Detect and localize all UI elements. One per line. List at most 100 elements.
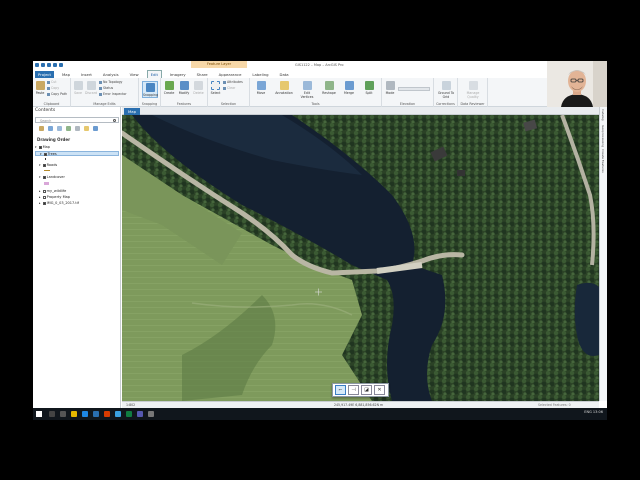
copy-button[interactable]: Copy	[47, 86, 59, 90]
dock-create-features[interactable]: Create Features	[601, 149, 605, 173]
modify-button[interactable]: Modify	[177, 81, 191, 95]
selection-group: Select Attributes Clear Selection	[208, 78, 250, 107]
tab-share[interactable]: Share	[194, 71, 211, 78]
discard-edits-button[interactable]: Discard	[85, 81, 97, 95]
constraint-tool-button[interactable]: ⊣	[348, 385, 359, 395]
layer-checkbox[interactable]	[42, 195, 46, 199]
save-project-icon[interactable]	[47, 63, 51, 67]
snapping-icon	[145, 83, 155, 92]
search-taskbar-icon[interactable]	[49, 411, 55, 417]
topology-dropdown[interactable]: No Topology	[99, 80, 122, 84]
app-icon[interactable]	[148, 411, 154, 417]
layer-checkbox[interactable]	[42, 175, 46, 179]
finish-sketch-button[interactable]: ◪	[361, 385, 372, 395]
input-language[interactable]: ENG	[584, 410, 592, 414]
layer-property-map[interactable]: ▸ Property Map	[35, 195, 70, 200]
move-label: Move	[256, 91, 266, 95]
excel-icon[interactable]	[126, 411, 132, 417]
paste-button[interactable]: Paste	[35, 81, 45, 95]
list-by-perspective-icon[interactable]	[93, 126, 98, 131]
office-icon[interactable]	[104, 411, 110, 417]
open-project-icon[interactable]	[41, 63, 45, 67]
reshape-button[interactable]: Reshape	[320, 81, 338, 95]
selection-group-label: Selection	[220, 102, 237, 106]
windows-start-icon[interactable]	[36, 411, 42, 417]
list-by-editing-icon[interactable]	[66, 126, 71, 131]
list-by-snapping-icon[interactable]	[75, 126, 80, 131]
list-by-drawing-order-icon[interactable]	[39, 126, 44, 131]
cut-label: Cut	[51, 80, 57, 84]
elevation-input[interactable]	[398, 87, 430, 91]
cut-button[interactable]: Cut	[47, 80, 57, 84]
dock-catalog[interactable]: Catalog	[601, 109, 605, 121]
tab-imagery[interactable]: Imagery	[167, 71, 189, 78]
task-view-icon[interactable]	[60, 411, 66, 417]
delete-button[interactable]: Delete	[192, 81, 205, 95]
layer-trees[interactable]: ▾ Trees	[35, 151, 119, 156]
map-view[interactable]	[122, 115, 599, 401]
new-project-icon[interactable]	[35, 63, 39, 67]
list-by-labeling-icon[interactable]	[84, 126, 89, 131]
edge-icon[interactable]	[82, 411, 88, 417]
split-button[interactable]: Split	[361, 81, 377, 95]
outlook-icon[interactable]	[115, 411, 121, 417]
edit-vertices-button[interactable]: Edit Vertices	[298, 81, 316, 99]
status-button[interactable]: Status	[99, 86, 113, 90]
select-button[interactable]: Select	[210, 81, 221, 95]
snapping-button[interactable]: Snapping	[142, 81, 158, 98]
segment-tool-button[interactable]: ⌐	[335, 385, 346, 395]
list-by-source-icon[interactable]	[48, 126, 53, 131]
layer-checkbox[interactable]	[42, 189, 46, 193]
merge-label: Merge	[344, 91, 354, 95]
split-label: Split	[365, 91, 373, 95]
layer-wildlife[interactable]: ▸ my_wildlife	[35, 189, 66, 194]
tab-insert[interactable]: Insert	[78, 71, 95, 78]
data-reviewer-group-label: Data Reviewer	[460, 102, 485, 106]
ground-to-grid-button[interactable]: Ground To Grid	[436, 81, 456, 99]
tab-map-view[interactable]: Map	[124, 108, 141, 115]
attributes-button[interactable]: Attributes	[223, 80, 243, 84]
tab-analysis[interactable]: Analysis	[100, 71, 122, 78]
layer-landcover[interactable]: ▾ Landcover	[35, 175, 65, 180]
redo-icon[interactable]	[59, 63, 63, 67]
layer-checkbox[interactable]	[42, 201, 46, 205]
tab-map[interactable]: Map	[59, 71, 73, 78]
tab-data[interactable]: Data	[277, 71, 292, 78]
scale-dropdown[interactable]: 1:802	[126, 403, 135, 407]
tab-view[interactable]: View	[127, 71, 142, 78]
elevation-mode-button[interactable]: Mode	[384, 81, 396, 95]
annotation-button[interactable]: Annotation	[273, 81, 295, 95]
corrections-group: Ground To Grid Corrections	[434, 78, 458, 107]
tab-project[interactable]: Project	[35, 70, 54, 78]
list-by-selection-icon[interactable]	[57, 126, 62, 131]
move-button[interactable]: Move	[253, 81, 269, 95]
undo-icon[interactable]	[53, 63, 57, 67]
error-inspector-button[interactable]: Error Inspector	[99, 92, 127, 96]
dock-geoprocessing[interactable]: Geoprocessing	[601, 125, 605, 147]
layer-checkbox[interactable]	[38, 145, 42, 149]
layer-imagery[interactable]: ▸ IMG_0_03_2017.tif	[35, 201, 79, 206]
ground-to-grid-label: Ground To Grid	[437, 91, 455, 99]
merge-button[interactable]: Merge	[341, 81, 357, 95]
manage-quality-button[interactable]: Manage Quality	[462, 81, 484, 99]
file-explorer-icon[interactable]	[71, 411, 77, 417]
arcgis-pro-icon[interactable]	[93, 411, 99, 417]
copy-path-button[interactable]: Copy Path	[47, 92, 67, 96]
quick-access-toolbar	[35, 63, 63, 67]
tab-labeling[interactable]: Labeling	[249, 71, 271, 78]
clock-time[interactable]: 13:06	[593, 410, 603, 414]
teams-icon[interactable]	[137, 411, 143, 417]
mode-label: Mode	[385, 91, 395, 95]
manage-quality-icon	[468, 81, 478, 90]
save-edits-button[interactable]: Save	[73, 81, 83, 95]
create-button[interactable]: Create	[163, 81, 175, 95]
layer-checkbox[interactable]	[43, 152, 47, 156]
layer-checkbox[interactable]	[42, 163, 46, 167]
delete-sketch-button[interactable]: ✕	[374, 385, 385, 395]
tab-edit[interactable]: Edit	[146, 70, 162, 78]
layer-roads[interactable]: ▾ Roads	[35, 163, 57, 168]
clear-button[interactable]: Clear	[223, 86, 235, 90]
tab-appearance[interactable]: Appearance	[216, 71, 245, 78]
contents-search-input[interactable]: Search	[35, 117, 119, 123]
layer-map[interactable]: ▾ Map	[35, 145, 50, 150]
